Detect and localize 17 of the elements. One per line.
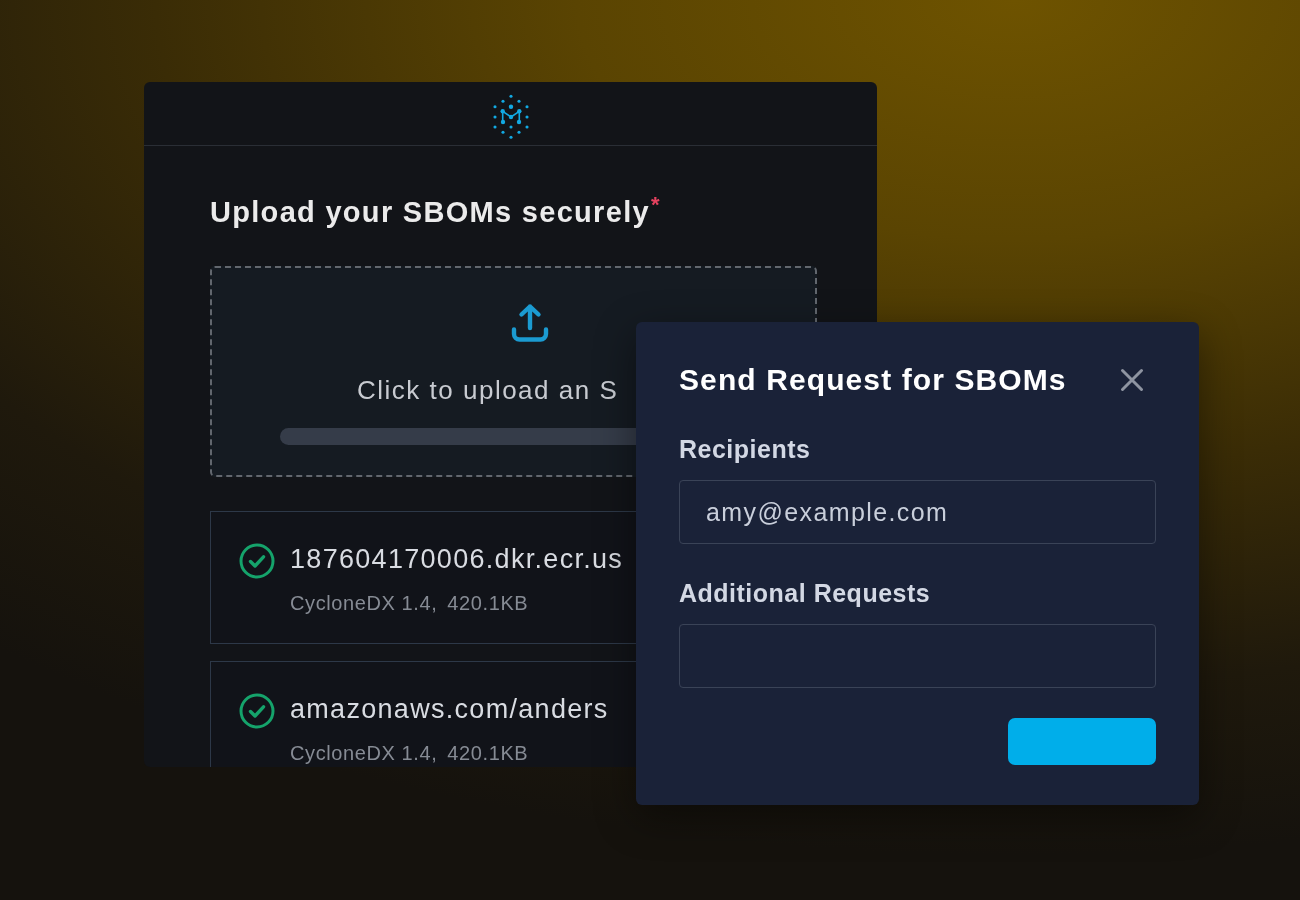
upload-icon [510,303,550,343]
field-label: Recipients [679,435,811,463]
heading-text: Upload your SBOMs securely [210,195,650,230]
input-field[interactable]: amy@example.com [679,480,1156,544]
file-size: 420.1KB [447,591,529,616]
file-size: 420.1KB [447,741,529,766]
file-name: amazonaws.com/anders [290,693,609,725]
file-name: 187604170006.dkr.ecr.us [290,543,624,575]
file-format: CycloneDX 1.4, [290,741,438,766]
input-field[interactable] [679,624,1156,688]
close-icon[interactable] [1120,368,1144,392]
file-format: CycloneDX 1.4, [290,591,438,616]
field-label: Additional Requests [679,579,931,607]
logo-icon [491,93,530,140]
primary-button[interactable] [1008,718,1156,765]
upload-prompt: Click to upload an S [357,374,619,406]
required-mark: * [650,194,660,216]
